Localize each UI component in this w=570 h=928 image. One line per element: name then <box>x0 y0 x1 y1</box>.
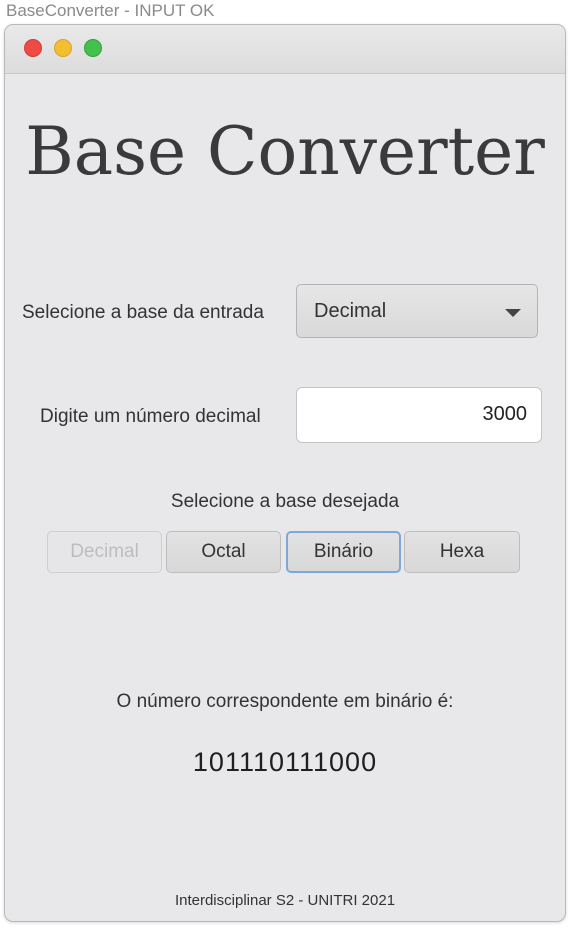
app-window: Base Converter Selecione a base da entra… <box>4 24 566 922</box>
zoom-window-button[interactable] <box>84 39 102 57</box>
footer-text: Interdisciplinar S2 - UNITRI 2021 <box>174 892 396 909</box>
input-base-selected-value: Decimal <box>314 300 387 322</box>
hexa-button[interactable]: Hexa <box>404 531 520 573</box>
decimal-button[interactable]: Decimal <box>47 531 162 573</box>
input-base-label: Selecione a base da entrada <box>22 302 264 323</box>
target-base-label: Selecione a base desejada <box>170 491 400 512</box>
close-window-button[interactable] <box>24 39 42 57</box>
octal-button[interactable]: Octal <box>166 531 281 573</box>
result-label: O número correspondente em binário é: <box>116 691 454 712</box>
chevron-down-icon <box>505 309 521 317</box>
title-bar <box>5 25 565 74</box>
binary-button[interactable]: Binário <box>286 531 401 573</box>
app-title: Base Converter <box>25 113 545 190</box>
number-label: Digite um número decimal <box>40 406 261 427</box>
number-input[interactable]: 3000 <box>296 387 542 443</box>
input-base-select[interactable]: Decimal <box>296 284 538 338</box>
result-value: 101110111000 <box>192 747 378 777</box>
minimize-window-button[interactable] <box>54 39 72 57</box>
outer-window-title: BaseConverter - INPUT OK <box>6 1 215 20</box>
